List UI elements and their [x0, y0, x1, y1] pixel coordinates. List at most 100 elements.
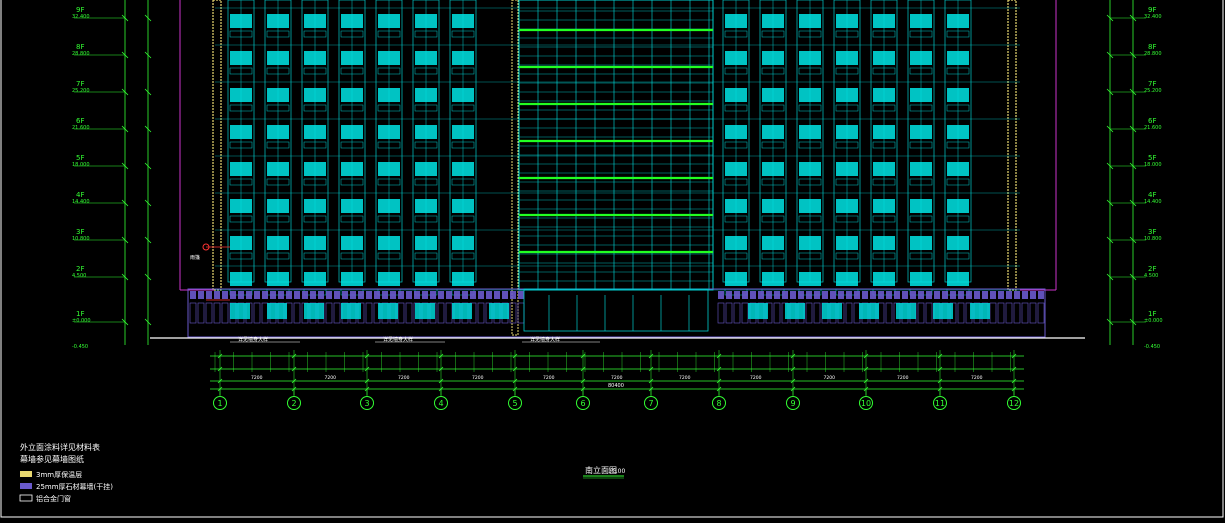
dimension-row2-label-10: 7200	[971, 375, 983, 381]
right-glass-0-4	[725, 162, 747, 176]
cladding-block	[790, 291, 796, 299]
right-glass-2-5	[799, 199, 821, 213]
left-glass-1-6	[267, 236, 289, 250]
axis-label-6: 6	[580, 399, 585, 408]
cladding-block	[782, 291, 788, 299]
right-glass-1-1	[762, 51, 784, 65]
right-glass-6-3	[947, 125, 969, 139]
dimension-row2-label-9: 7200	[897, 375, 909, 381]
level-name-2: 7F	[1148, 80, 1156, 88]
legend-label-3: 铝合金门窗	[36, 494, 71, 503]
cladding-panel	[445, 302, 453, 324]
right-glass-0-5	[725, 199, 747, 213]
drawing-title-scale: 1:100	[608, 468, 625, 475]
level-elev-5: 14.400	[1144, 199, 1162, 205]
cladding-panel	[741, 302, 749, 324]
cladding-block	[358, 291, 364, 299]
axis-label-1: 1	[217, 399, 222, 408]
left-glass-2-3	[304, 125, 326, 139]
level-elev-1: 28.800	[72, 51, 90, 57]
dimension-row2-label-7: 7200	[750, 375, 762, 381]
level-elev-8: ±0.000	[1144, 318, 1163, 324]
right-glass-6-1	[947, 51, 969, 65]
left-glass-0-0	[230, 14, 252, 28]
cladding-block	[870, 291, 876, 299]
left-glass-4-7	[378, 272, 400, 286]
right-glass-1-5	[762, 199, 784, 213]
cladding-block	[910, 291, 916, 299]
cladding-block	[206, 291, 212, 299]
legend-swatch-insulation	[20, 471, 32, 477]
cladding-panel	[221, 302, 229, 324]
left-glass-2-2	[304, 88, 326, 102]
left-glass-4-4	[378, 162, 400, 176]
level-elev-8: ±0.000	[72, 318, 91, 324]
cladding-block	[414, 291, 420, 299]
cladding-block	[198, 291, 204, 299]
cladding-block	[342, 291, 348, 299]
axis-bubbles: 1 2 3 4 5 6 7 8 9 10 11 12	[213, 389, 1021, 410]
left-glass-3-6	[341, 236, 363, 250]
left-glass-6-4	[452, 162, 474, 176]
right-glass-5-5	[910, 199, 932, 213]
right-glass-1-3	[762, 125, 784, 139]
level-elev-3: 21.600	[1144, 125, 1162, 131]
legend-swatch-outline	[19, 494, 33, 502]
podium-window	[489, 303, 509, 319]
left-glass-6-5	[452, 199, 474, 213]
right-glass-0-3	[725, 125, 747, 139]
cladding-block	[774, 291, 780, 299]
right-glass-3-0	[836, 14, 858, 28]
right-glass-5-1	[910, 51, 932, 65]
podium-window	[896, 303, 916, 319]
cladding-block	[510, 291, 516, 299]
right-glass-4-4	[873, 162, 895, 176]
right-glass-0-1	[725, 51, 747, 65]
right-glass-6-2	[947, 88, 969, 102]
left-glass-3-3	[341, 125, 363, 139]
cladding-block	[758, 291, 764, 299]
cladding-block	[454, 291, 460, 299]
right-glass-4-0	[873, 14, 895, 28]
podium-window	[822, 303, 842, 319]
left-glass-4-1	[378, 51, 400, 65]
cladding-panel	[437, 302, 445, 324]
cladding-block	[1030, 291, 1036, 299]
cladding-panel	[333, 302, 341, 324]
level-name-2: 7F	[76, 80, 84, 88]
cladding-block	[894, 291, 900, 299]
cladding-panel	[205, 302, 213, 324]
cladding-block	[462, 291, 468, 299]
entrance-frame	[523, 288, 709, 332]
cladding-block	[430, 291, 436, 299]
axis-label-8: 8	[716, 399, 721, 408]
insulation-strip-mid	[511, 0, 519, 336]
cladding-panel	[957, 302, 965, 324]
ground-level: -0.450	[72, 344, 88, 350]
level-name-8: 1F	[1148, 310, 1156, 318]
cladding-block	[846, 291, 852, 299]
cladding-block	[926, 291, 932, 299]
level-elev-4: 18.000	[72, 162, 90, 168]
building-facade: 雨篷详见墙身大样 详见墙身大样 详见墙身大样	[150, 0, 1085, 343]
level-name-4: 5F	[1148, 154, 1156, 162]
cladding-panel	[717, 302, 725, 324]
cladding-panel	[1013, 302, 1021, 324]
dimension-row2-label-6: 7200	[679, 375, 691, 381]
level-elev-0: 32.400	[1144, 14, 1162, 20]
right-glass-2-6	[799, 236, 821, 250]
cladding-block	[854, 291, 860, 299]
left-glass-1-5	[267, 199, 289, 213]
cladding-block	[814, 291, 820, 299]
cladding-panel	[845, 302, 853, 324]
cladding-block	[806, 291, 812, 299]
cladding-panel	[325, 302, 333, 324]
cladding-block	[366, 291, 372, 299]
left-glass-6-7	[452, 272, 474, 286]
left-glass-2-5	[304, 199, 326, 213]
cladding-block	[734, 291, 740, 299]
section-b-label: 详见墙身大样	[383, 336, 413, 343]
left-glass-3-4	[341, 162, 363, 176]
podium-window	[859, 303, 879, 319]
dimension-lines: 7200 7200 7200 7200 7200 7200 7200 7200 7200 7200…	[210, 350, 1024, 395]
